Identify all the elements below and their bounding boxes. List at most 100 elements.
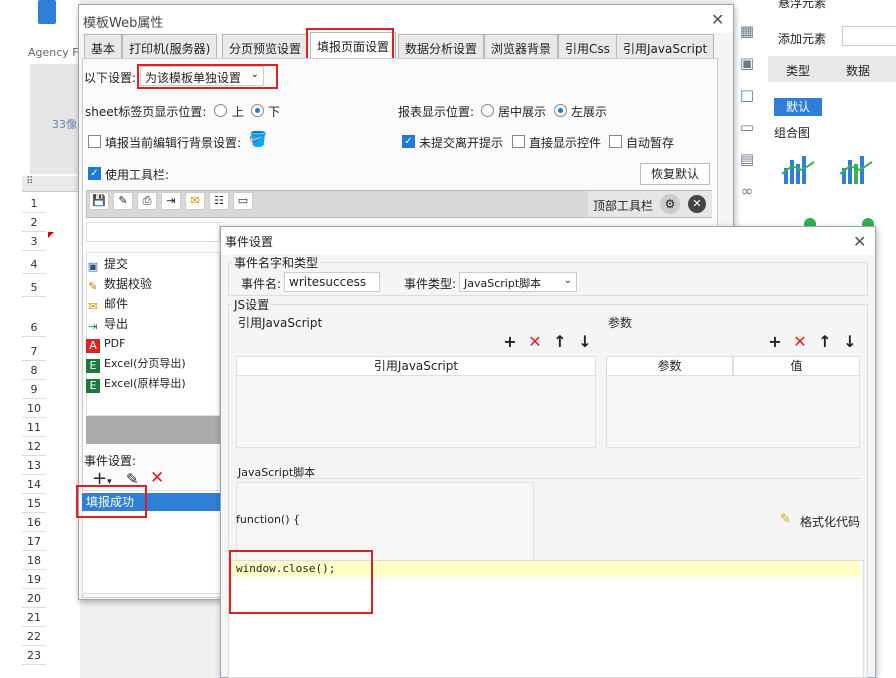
brush-icon[interactable]: ✎ bbox=[780, 512, 791, 527]
row-number[interactable]: 18 bbox=[22, 551, 46, 570]
row-number[interactable]: 13 bbox=[22, 456, 46, 475]
fill-bg-label: 填报当前编辑行背景设置: bbox=[105, 136, 242, 150]
row-number[interactable]: 2 bbox=[22, 213, 46, 232]
excel-icon: E bbox=[86, 359, 100, 373]
arrow-up-icon[interactable]: ↑ bbox=[817, 332, 833, 351]
frame-icon[interactable]: □ bbox=[738, 86, 756, 104]
row-number[interactable]: 10 bbox=[22, 399, 46, 418]
chart-thumbnail-2[interactable] bbox=[838, 150, 878, 186]
row-number[interactable]: 20 bbox=[22, 589, 46, 608]
delete-icon[interactable]: ✕ bbox=[150, 468, 164, 488]
radio-left[interactable] bbox=[554, 104, 567, 117]
list-item[interactable]: E Excel(分页导出) bbox=[86, 354, 186, 374]
form-icon[interactable]: ▤ bbox=[738, 150, 756, 168]
window-icon[interactable]: ▭ bbox=[233, 192, 253, 210]
highlight-box bbox=[229, 550, 373, 614]
top-toolbar-label: 顶部工具栏 bbox=[593, 199, 654, 213]
format-code-button[interactable]: 格式化代码 bbox=[800, 513, 860, 530]
grid-corner: ⠿ bbox=[22, 176, 80, 192]
close-icon[interactable]: ✕ bbox=[711, 10, 724, 29]
default-style-button[interactable]: 默认 bbox=[774, 98, 822, 116]
tab-type[interactable]: 类型 bbox=[786, 62, 810, 79]
arrow-down-icon[interactable]: ↓ bbox=[842, 332, 858, 351]
tab-basic[interactable]: 基本 bbox=[84, 34, 123, 58]
tab-page-preview[interactable]: 分页预览设置 bbox=[222, 34, 309, 58]
tab-browser-bg[interactable]: 浏览器背景 bbox=[484, 34, 559, 58]
row-number[interactable]: 12 bbox=[22, 437, 46, 456]
value-column-header: 值 bbox=[733, 356, 860, 376]
tab-data[interactable]: 数据 bbox=[846, 62, 870, 79]
event-type-select[interactable]: JavaScript脚本 ⌄ bbox=[459, 272, 577, 292]
paint-bucket-icon[interactable]: 🪣 bbox=[248, 130, 268, 150]
print-icon[interactable]: ⎙ bbox=[137, 192, 157, 210]
report-position-label: 报表显示位置: bbox=[398, 105, 475, 119]
row-number[interactable]: 15 bbox=[22, 494, 46, 513]
arrow-down-icon[interactable]: ↓ bbox=[577, 332, 593, 351]
layout-icon[interactable]: ▦ bbox=[738, 22, 756, 40]
restore-default-button[interactable]: 恢复默认 bbox=[640, 163, 710, 185]
list-item[interactable]: ▣ 提交 bbox=[86, 254, 128, 274]
add-icon[interactable]: + bbox=[767, 332, 783, 351]
row-number[interactable]: 5 bbox=[22, 278, 46, 297]
row-number[interactable]: 1 bbox=[22, 194, 46, 213]
verify-icon[interactable]: ✎ bbox=[113, 192, 133, 210]
row-number[interactable]: 4 bbox=[22, 255, 46, 274]
use-toolbar-checkbox[interactable]: ✓ bbox=[88, 167, 101, 180]
row-number[interactable]: 23 bbox=[22, 646, 46, 665]
chart-thumbnail-1[interactable] bbox=[780, 150, 820, 186]
tab-printer[interactable]: 打印机(服务器) bbox=[122, 34, 218, 58]
radio-center[interactable] bbox=[481, 104, 494, 117]
row-number[interactable]: 3 bbox=[22, 232, 46, 251]
row-number[interactable]: 21 bbox=[22, 608, 46, 627]
list-item[interactable]: A PDF bbox=[86, 334, 125, 354]
tab-data-analysis[interactable]: 数据分析设置 bbox=[398, 34, 485, 58]
list-item[interactable]: ✉ 邮件 bbox=[86, 294, 128, 314]
tree-icon[interactable]: ☷ bbox=[209, 192, 229, 210]
delete-icon[interactable]: ✕ bbox=[792, 332, 808, 351]
row-number[interactable]: 7 bbox=[22, 342, 46, 361]
row-number[interactable]: 22 bbox=[22, 627, 46, 646]
row-number[interactable]: 9 bbox=[22, 380, 46, 399]
font-name-box[interactable]: Agency F bbox=[28, 46, 79, 59]
widget-icon[interactable]: ▭ bbox=[738, 118, 756, 136]
direct-show-checkbox[interactable] bbox=[512, 135, 525, 148]
radio-top[interactable] bbox=[214, 104, 227, 117]
ruler: 33像 bbox=[30, 64, 80, 174]
save-icon[interactable]: 💾 bbox=[89, 192, 109, 210]
unsubmitted-prompt-checkbox[interactable]: ✓ bbox=[402, 135, 415, 148]
delete-icon[interactable]: ✕ bbox=[527, 332, 543, 351]
add-icon[interactable]: + bbox=[502, 332, 518, 351]
fill-bg-checkbox[interactable] bbox=[88, 135, 101, 148]
row-number[interactable]: 6 bbox=[22, 318, 46, 337]
tab-ref-css[interactable]: 引用Css bbox=[558, 34, 617, 58]
arrow-up-icon[interactable]: ↑ bbox=[552, 332, 568, 351]
mail-icon[interactable]: ✉ bbox=[185, 192, 205, 210]
list-item[interactable]: E Excel(原样导出) bbox=[86, 374, 186, 394]
image-icon[interactable]: ▣ bbox=[738, 54, 756, 72]
row-number[interactable]: 17 bbox=[22, 532, 46, 551]
app-icon[interactable] bbox=[38, 0, 56, 24]
export-icon[interactable]: ⇥ bbox=[161, 192, 181, 210]
add-element-input[interactable] bbox=[842, 26, 896, 46]
tab-ref-js[interactable]: 引用JavaScript bbox=[616, 34, 715, 58]
link-icon[interactable]: ∞ bbox=[738, 182, 756, 200]
auto-save-checkbox[interactable] bbox=[609, 135, 622, 148]
row-number[interactable]: 8 bbox=[22, 361, 46, 380]
event-name-input[interactable]: writesuccess bbox=[284, 272, 380, 292]
radio-left-label: 左展示 bbox=[571, 105, 608, 119]
close-circle-icon[interactable]: ✕ bbox=[688, 195, 706, 213]
list-item-label: PDF bbox=[104, 337, 126, 350]
row-number[interactable]: 11 bbox=[22, 418, 46, 437]
radio-bottom[interactable] bbox=[251, 104, 264, 117]
row-number[interactable]: 19 bbox=[22, 570, 46, 589]
divider bbox=[236, 478, 860, 479]
dialog-title: 事件设置 bbox=[221, 227, 875, 255]
gear-icon[interactable]: ⚙ bbox=[660, 194, 680, 214]
dialog-title: 模板Web属性 bbox=[79, 5, 733, 33]
list-item[interactable]: ✎ 数据校验 bbox=[86, 274, 152, 294]
row-number[interactable]: 16 bbox=[22, 513, 46, 532]
list-item[interactable]: ⇥ 导出 bbox=[86, 314, 128, 334]
row-number[interactable]: 14 bbox=[22, 475, 46, 494]
close-icon[interactable]: ✕ bbox=[853, 232, 866, 251]
ref-js-label: 引用JavaScript bbox=[238, 316, 323, 330]
